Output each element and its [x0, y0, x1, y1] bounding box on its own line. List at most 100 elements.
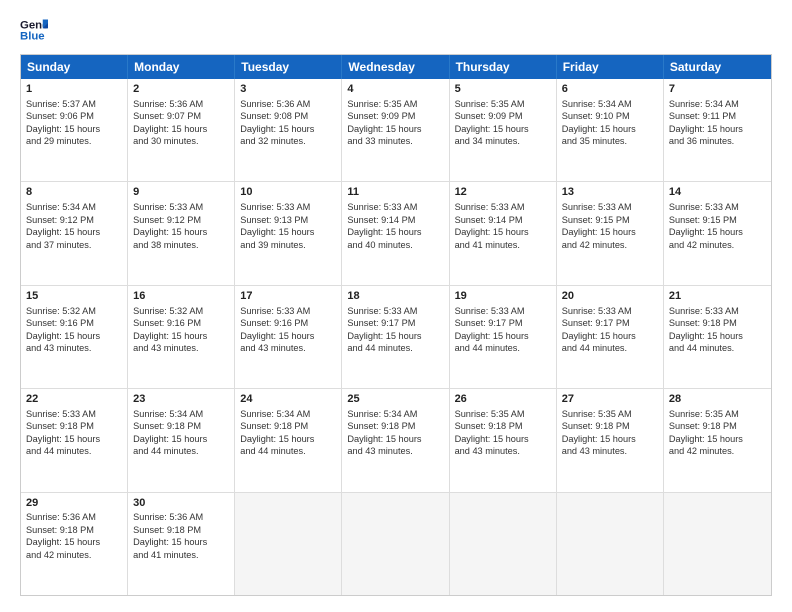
daylight-label: Daylight: 15 hours: [562, 227, 636, 237]
empty-cell: [557, 493, 664, 595]
day-number: 11: [347, 185, 443, 200]
daylight-label: Daylight: 15 hours: [455, 434, 529, 444]
sunrise-label: Sunrise: 5:35 AM: [347, 99, 417, 109]
day-cell-11: 11Sunrise: 5:33 AMSunset: 9:14 PMDayligh…: [342, 182, 449, 284]
daylight-minutes: and 34 minutes.: [455, 136, 520, 146]
day-number: 25: [347, 392, 443, 407]
sunset-label: Sunset: 9:18 PM: [347, 421, 415, 431]
daylight-label: Daylight: 15 hours: [562, 331, 636, 341]
day-number: 6: [562, 82, 658, 97]
sunset-label: Sunset: 9:18 PM: [669, 318, 737, 328]
sunset-label: Sunset: 9:18 PM: [240, 421, 308, 431]
daylight-label: Daylight: 15 hours: [26, 434, 100, 444]
daylight-minutes: and 44 minutes.: [562, 343, 627, 353]
day-cell-17: 17Sunrise: 5:33 AMSunset: 9:16 PMDayligh…: [235, 286, 342, 388]
daylight-label: Daylight: 15 hours: [347, 124, 421, 134]
sunset-label: Sunset: 9:18 PM: [455, 421, 523, 431]
day-cell-14: 14Sunrise: 5:33 AMSunset: 9:15 PMDayligh…: [664, 182, 771, 284]
daylight-label: Daylight: 15 hours: [133, 331, 207, 341]
day-number: 26: [455, 392, 551, 407]
daylight-minutes: and 44 minutes.: [669, 343, 734, 353]
daylight-minutes: and 41 minutes.: [455, 240, 520, 250]
daylight-minutes: and 42 minutes.: [669, 240, 734, 250]
daylight-minutes: and 44 minutes.: [240, 446, 305, 456]
daylight-label: Daylight: 15 hours: [669, 227, 743, 237]
daylight-minutes: and 43 minutes.: [562, 446, 627, 456]
sunset-label: Sunset: 9:16 PM: [26, 318, 94, 328]
sunset-label: Sunset: 9:08 PM: [240, 111, 308, 121]
sunset-label: Sunset: 9:18 PM: [26, 421, 94, 431]
day-cell-10: 10Sunrise: 5:33 AMSunset: 9:13 PMDayligh…: [235, 182, 342, 284]
sunset-label: Sunset: 9:18 PM: [669, 421, 737, 431]
day-number: 27: [562, 392, 658, 407]
day-number: 4: [347, 82, 443, 97]
day-cell-23: 23Sunrise: 5:34 AMSunset: 9:18 PMDayligh…: [128, 389, 235, 491]
daylight-label: Daylight: 15 hours: [26, 227, 100, 237]
day-cell-4: 4 Sunrise: 5:35 AM Sunset: 9:09 PM Daylight…: [342, 79, 449, 181]
day-cell-16: 16Sunrise: 5:32 AMSunset: 9:16 PMDayligh…: [128, 286, 235, 388]
sunset-label: Sunset: 9:09 PM: [347, 111, 415, 121]
daylight-label: Daylight: 15 hours: [669, 331, 743, 341]
day-cell-26: 26Sunrise: 5:35 AMSunset: 9:18 PMDayligh…: [450, 389, 557, 491]
daylight-minutes: and 38 minutes.: [133, 240, 198, 250]
sunrise-label: Sunrise: 5:34 AM: [240, 409, 310, 419]
day-number: 9: [133, 185, 229, 200]
sunrise-label: Sunrise: 5:35 AM: [669, 409, 739, 419]
calendar-week-5: 29Sunrise: 5:36 AMSunset: 9:18 PMDayligh…: [21, 493, 771, 595]
daylight-label: Daylight: 15 hours: [240, 124, 314, 134]
daylight-label: Daylight: 15 hours: [455, 227, 529, 237]
daylight-minutes: and 37 minutes.: [26, 240, 91, 250]
day-number: 3: [240, 82, 336, 97]
day-number: 30: [133, 496, 229, 511]
empty-cell: [342, 493, 449, 595]
day-cell-9: 9Sunrise: 5:33 AMSunset: 9:12 PMDaylight…: [128, 182, 235, 284]
sunrise-label: Sunrise: 5:34 AM: [26, 202, 96, 212]
col-header-saturday: Saturday: [664, 55, 771, 79]
sunset-label: Sunset: 9:13 PM: [240, 215, 308, 225]
day-number: 22: [26, 392, 122, 407]
day-cell-18: 18Sunrise: 5:33 AMSunset: 9:17 PMDayligh…: [342, 286, 449, 388]
daylight-minutes: and 44 minutes.: [455, 343, 520, 353]
empty-cell: [235, 493, 342, 595]
day-cell-29: 29Sunrise: 5:36 AMSunset: 9:18 PMDayligh…: [21, 493, 128, 595]
daylight-label: Daylight: 15 hours: [240, 331, 314, 341]
day-cell-22: 22Sunrise: 5:33 AMSunset: 9:18 PMDayligh…: [21, 389, 128, 491]
col-header-wednesday: Wednesday: [342, 55, 449, 79]
daylight-minutes: and 42 minutes.: [562, 240, 627, 250]
col-header-monday: Monday: [128, 55, 235, 79]
col-header-sunday: Sunday: [21, 55, 128, 79]
col-header-tuesday: Tuesday: [235, 55, 342, 79]
daylight-minutes: and 30 minutes.: [133, 136, 198, 146]
header: General Blue: [20, 16, 772, 44]
sunset-label: Sunset: 9:17 PM: [562, 318, 630, 328]
daylight-label: Daylight: 15 hours: [26, 537, 100, 547]
sunset-label: Sunset: 9:15 PM: [669, 215, 737, 225]
day-number: 5: [455, 82, 551, 97]
daylight-label: Daylight: 15 hours: [347, 331, 421, 341]
sunset-label: Sunset: 9:17 PM: [347, 318, 415, 328]
day-cell-27: 27Sunrise: 5:35 AMSunset: 9:18 PMDayligh…: [557, 389, 664, 491]
daylight-minutes: and 41 minutes.: [133, 550, 198, 560]
sunrise-label: Sunrise: 5:34 AM: [669, 99, 739, 109]
daylight-minutes: and 43 minutes.: [240, 343, 305, 353]
daylight-label: Daylight: 15 hours: [347, 434, 421, 444]
sunrise-label: Sunrise: 5:35 AM: [562, 409, 632, 419]
empty-cell: [664, 493, 771, 595]
sunset-label: Sunset: 9:18 PM: [26, 525, 94, 535]
day-cell-25: 25 Sunrise: 5:34 AM Sunset: 9:18 PM Dayligh…: [342, 389, 449, 491]
day-number: 12: [455, 185, 551, 200]
day-number: 8: [26, 185, 122, 200]
daylight-label: Daylight: 15 hours: [455, 124, 529, 134]
daylight-label: Daylight: 15 hours: [669, 124, 743, 134]
sunrise-label: Sunrise: 5:33 AM: [669, 202, 739, 212]
day-cell-7: 7Sunrise: 5:34 AMSunset: 9:11 PMDaylight…: [664, 79, 771, 181]
sunrise-label: Sunrise: 5:33 AM: [562, 202, 632, 212]
daylight-label: Daylight: 15 hours: [133, 124, 207, 134]
daylight-minutes: and 43 minutes.: [347, 446, 412, 456]
daylight-label: Daylight: 15 hours: [347, 227, 421, 237]
sunset-label: Sunset: 9:17 PM: [455, 318, 523, 328]
sunset-label: Sunset: 9:15 PM: [562, 215, 630, 225]
day-cell-28: 28Sunrise: 5:35 AMSunset: 9:18 PMDayligh…: [664, 389, 771, 491]
sunrise-label: Sunrise: 5:34 AM: [347, 409, 417, 419]
day-number: 16: [133, 289, 229, 304]
